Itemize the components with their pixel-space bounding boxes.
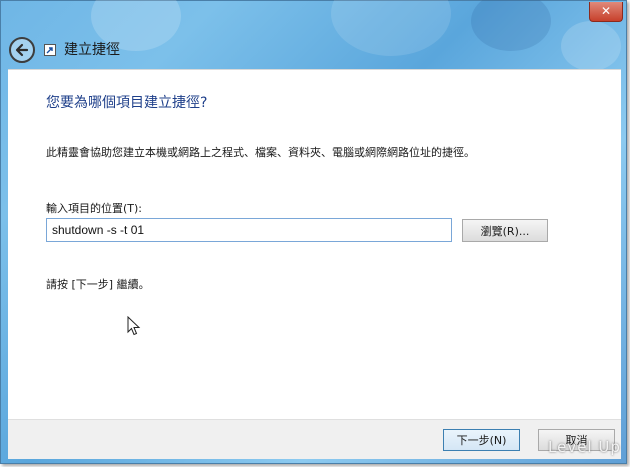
back-button[interactable] — [9, 37, 35, 63]
wizard-content: 您要為哪個項目建立捷徑? 此精靈會協助您建立本機或網路上之程式、檔案、資料夾、電… — [8, 69, 621, 419]
close-icon: ✕ — [600, 4, 612, 18]
next-button[interactable]: 下一步(N) — [443, 429, 520, 451]
page-title: 您要為哪個項目建立捷徑? — [46, 95, 208, 111]
shortcut-icon — [44, 44, 56, 56]
location-input[interactable] — [46, 218, 452, 242]
background-decoration — [561, 21, 621, 71]
browse-button[interactable]: 瀏覽(R)... — [462, 219, 548, 242]
back-arrow-icon — [15, 43, 29, 57]
wizard-description: 此精靈會協助您建立本機或網路上之程式、檔案、資料夾、電腦或網際網路位址的捷徑。 — [46, 146, 475, 159]
continue-hint: 請按 [下一步] 繼續。 — [46, 278, 150, 291]
background-decoration — [471, 0, 551, 51]
location-label: 輸入項目的位置(T): — [46, 202, 143, 215]
watermark: Level Up — [548, 438, 621, 456]
mouse-cursor-icon — [127, 316, 141, 336]
close-button[interactable]: ✕ — [589, 2, 623, 22]
window-title: 建立捷徑 — [64, 42, 120, 58]
background-decoration — [331, 0, 451, 56]
wizard-footer: 下一步(N) 取消 — [8, 419, 621, 459]
create-shortcut-window: ✕ 建立捷徑 您要為哪個項目建立捷徑? 此精靈會協助您建立本機或網路上之程式、檔… — [0, 0, 627, 464]
